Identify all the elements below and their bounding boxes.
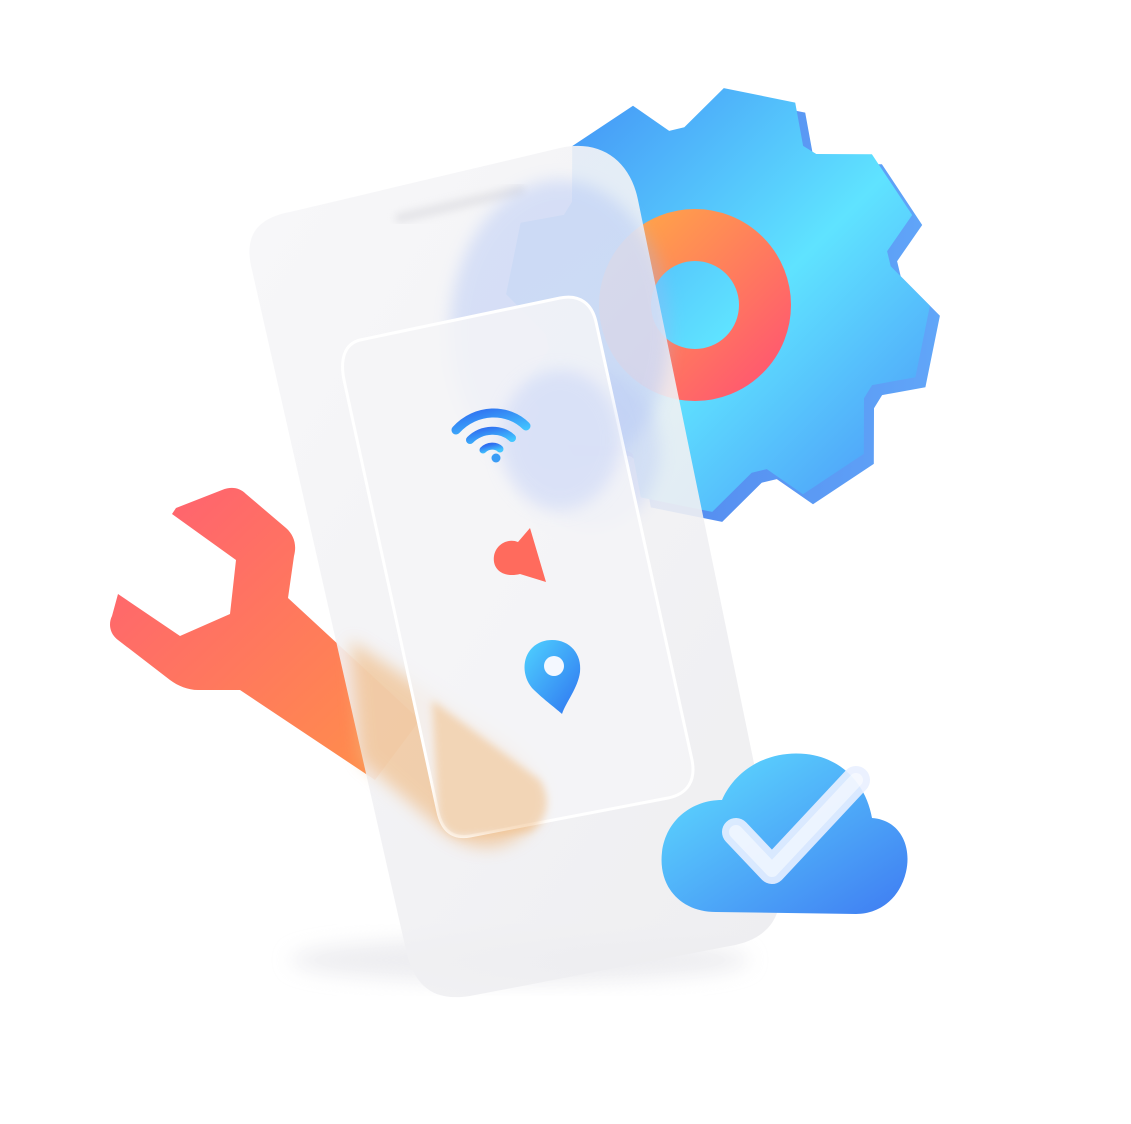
illustration-canvas bbox=[110, 88, 940, 998]
settings-illustration bbox=[0, 0, 1131, 1124]
